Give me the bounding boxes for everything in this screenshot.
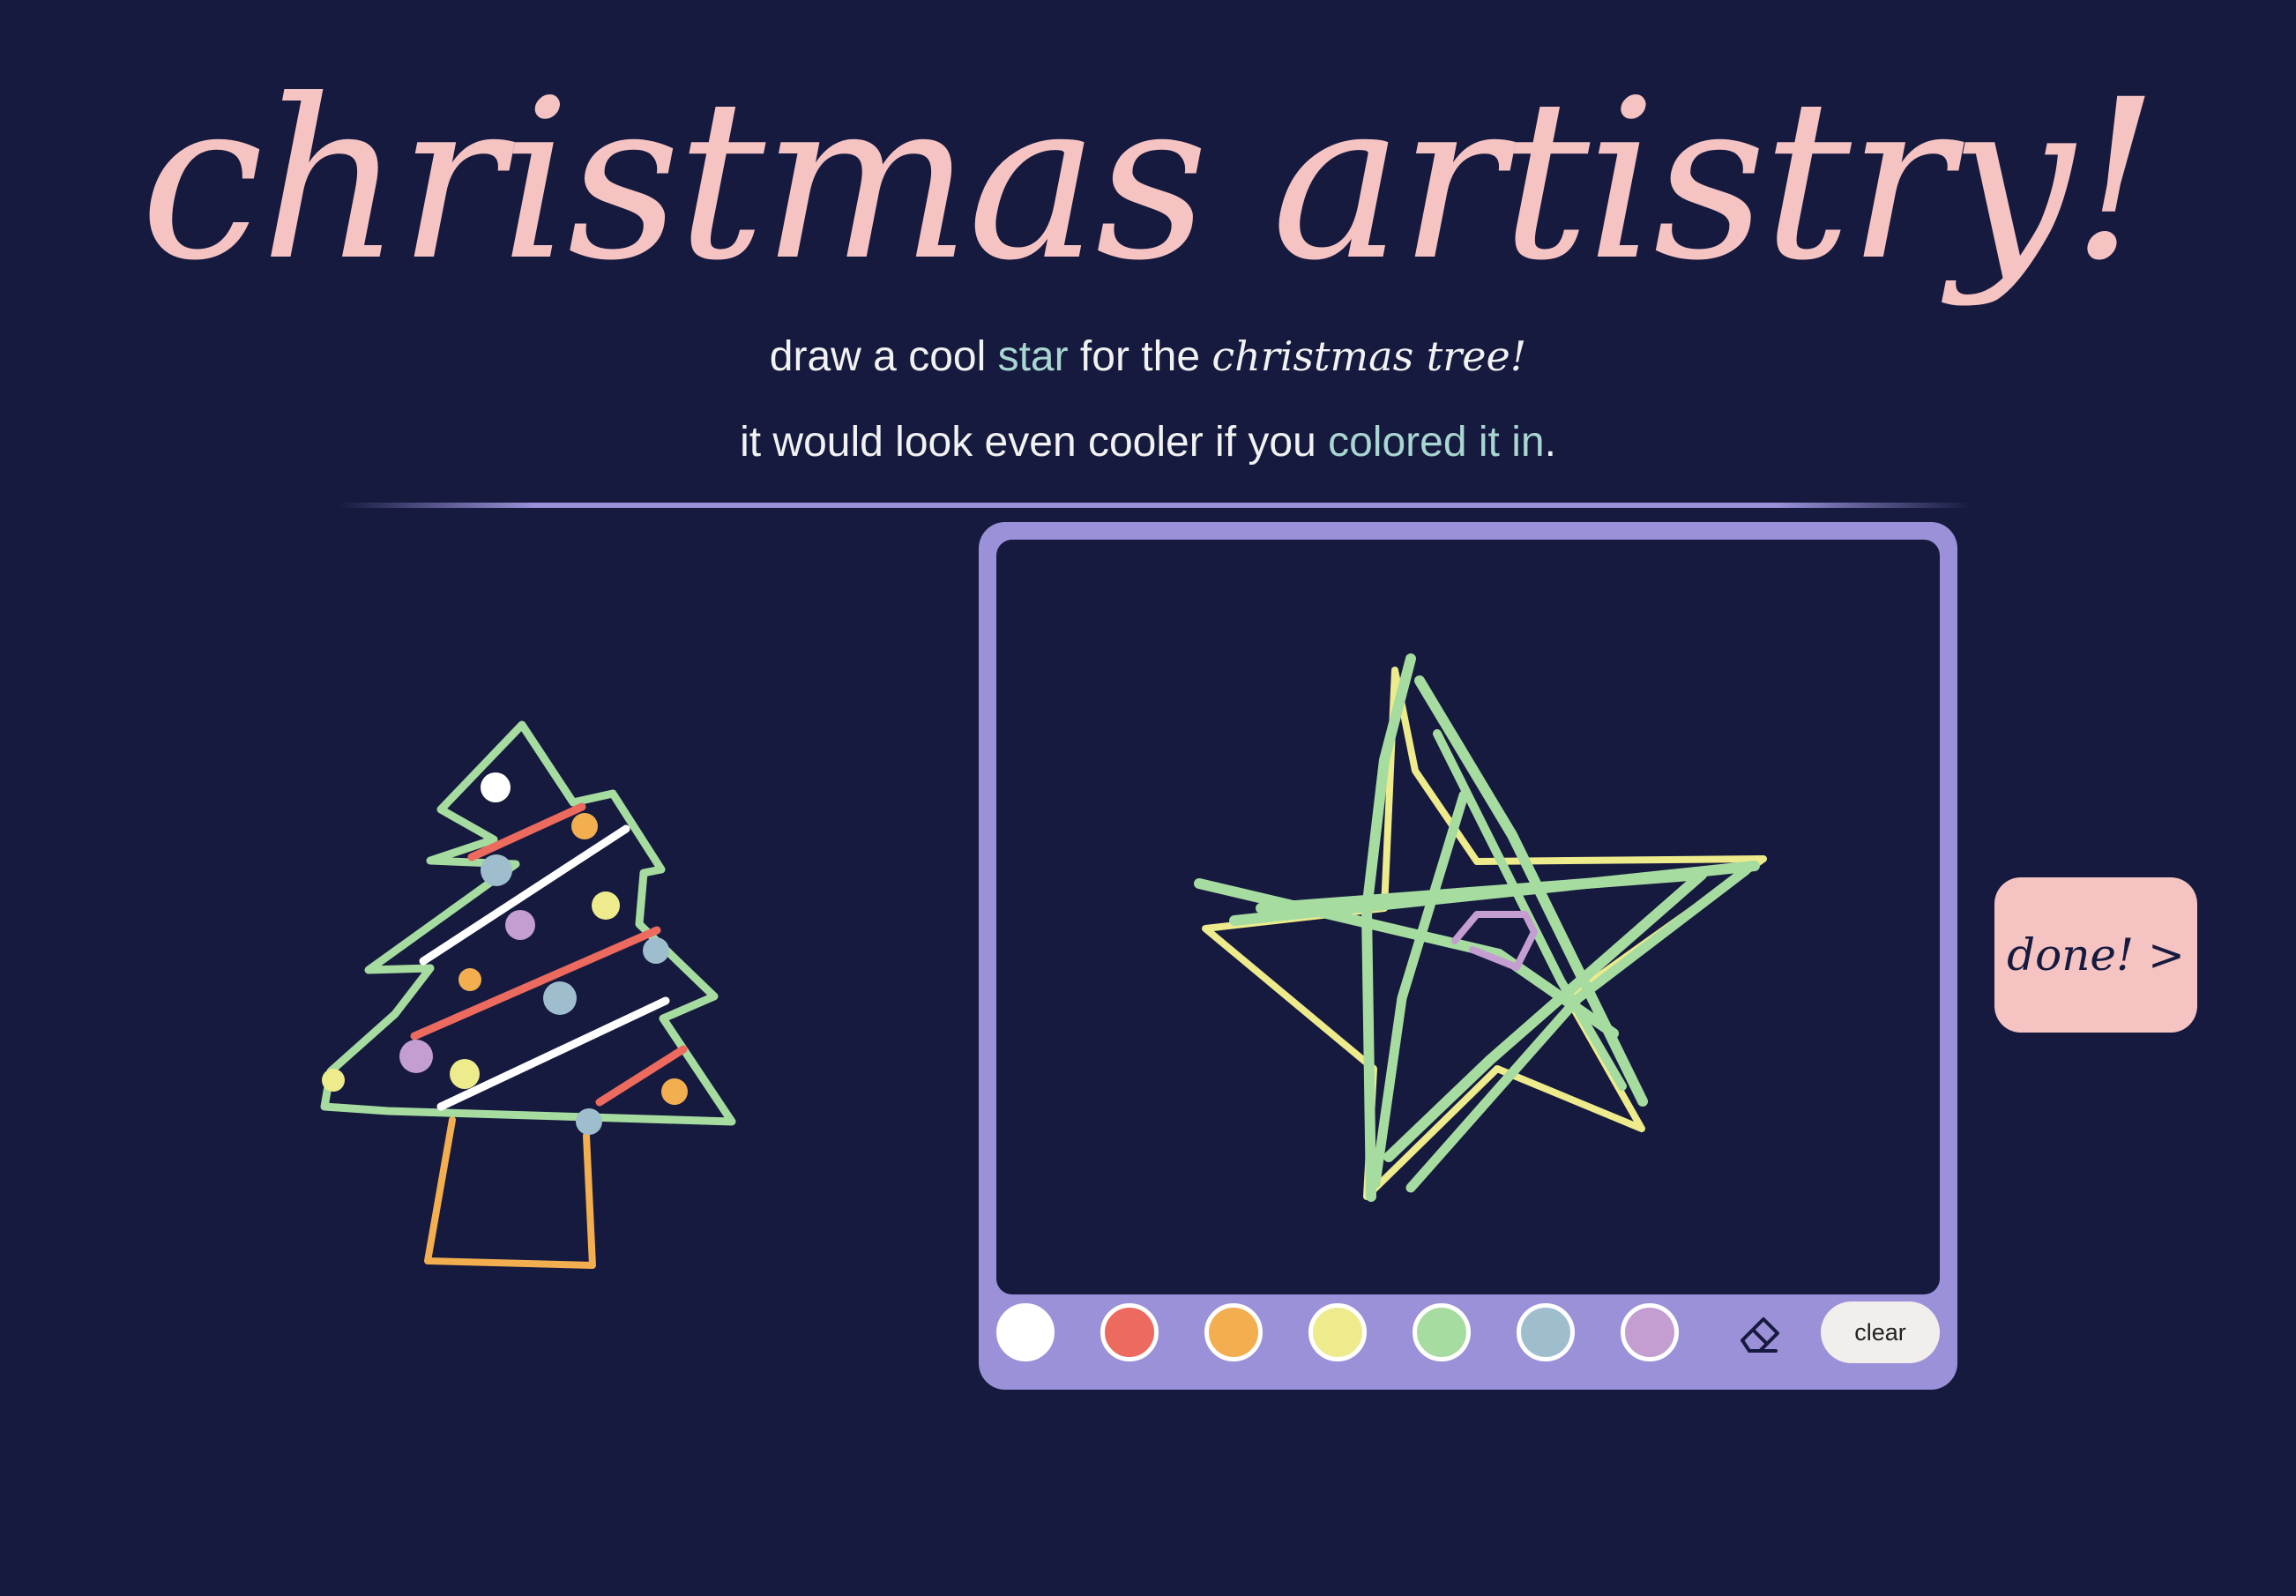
color-swatch-purple[interactable]	[1621, 1303, 1679, 1361]
ornament	[661, 1078, 688, 1105]
color-swatch-blue[interactable]	[1517, 1303, 1575, 1361]
clear-button[interactable]: clear	[1821, 1301, 1940, 1363]
color-swatch-red[interactable]	[1100, 1303, 1159, 1361]
instruction-line-1: draw a cool star for the christmas tree!	[0, 330, 2296, 384]
ornament	[571, 813, 598, 839]
drawing-panel: clear	[979, 522, 1957, 1390]
done-button[interactable]: done! >	[1994, 877, 2197, 1033]
instruction-1-text-b: for the	[1068, 333, 1212, 380]
instruction-1-handwritten: christmas tree!	[1211, 332, 1527, 380]
color-swatch-yellow[interactable]	[1308, 1303, 1367, 1361]
instruction-line-2: it would look even cooler if you colored…	[0, 416, 2296, 469]
ornament	[543, 981, 577, 1015]
color-swatch-white[interactable]	[996, 1303, 1055, 1361]
tree-trunk	[424, 1116, 596, 1269]
ornament	[643, 937, 669, 964]
divider	[339, 503, 1972, 508]
star-stroke-green	[1433, 729, 1627, 1091]
ornament	[322, 1069, 345, 1092]
christmas-tree-drawing	[309, 705, 749, 1287]
instruction-2-text-b: .	[1544, 419, 1556, 466]
eraser-icon[interactable]	[1733, 1307, 1786, 1360]
ornament	[450, 1059, 480, 1089]
star-stroke-green	[1405, 865, 1751, 1193]
star-outline-yellow	[1202, 667, 1767, 1200]
tree-svg	[320, 720, 736, 1269]
page: christmas artistry! draw a cool star for…	[0, 0, 2296, 1596]
instruction-2-text-a: it would look even cooler if you	[740, 419, 1329, 466]
instruction-1-accent: star	[997, 333, 1069, 380]
ornament	[481, 772, 511, 802]
drawing-canvas[interactable]	[996, 540, 1940, 1294]
page-title: christmas artistry!	[139, 52, 2159, 309]
ornament	[505, 910, 535, 940]
ornament	[458, 968, 481, 991]
color-swatch-orange[interactable]	[1204, 1303, 1263, 1361]
ornament	[481, 854, 512, 886]
ornament	[576, 1108, 602, 1135]
ornament	[399, 1040, 433, 1073]
ornament	[592, 891, 620, 920]
star-scribble-purple	[1451, 911, 1538, 971]
instruction-2-accent: colored it in	[1328, 419, 1545, 466]
tree-garland-white-2	[436, 996, 670, 1111]
color-swatch-green[interactable]	[1413, 1303, 1471, 1361]
color-toolbar: clear	[996, 1301, 1940, 1370]
instruction-1-text-a: draw a cool	[769, 333, 998, 380]
canvas-svg	[1194, 653, 1767, 1202]
